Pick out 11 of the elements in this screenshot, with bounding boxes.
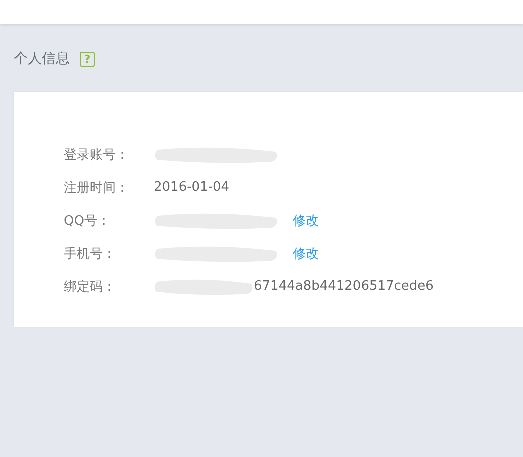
field-value: 2016-01-04 [154, 180, 230, 195]
field-label: 绑定码： [64, 278, 117, 296]
field-label: QQ号： [64, 212, 112, 230]
field-label: 登录账号： [64, 146, 130, 164]
edit-link[interactable]: 修改 [293, 244, 523, 262]
field-label: 注册时间： [64, 180, 130, 196]
field-label: 手机号： [64, 246, 117, 262]
edit-link[interactable]: 修改 [293, 212, 523, 230]
field-value: 67144a8b441206517cede6 [254, 279, 434, 294]
section-title: 个人信息 [14, 50, 70, 68]
help-icon[interactable]: ? [80, 52, 95, 66]
